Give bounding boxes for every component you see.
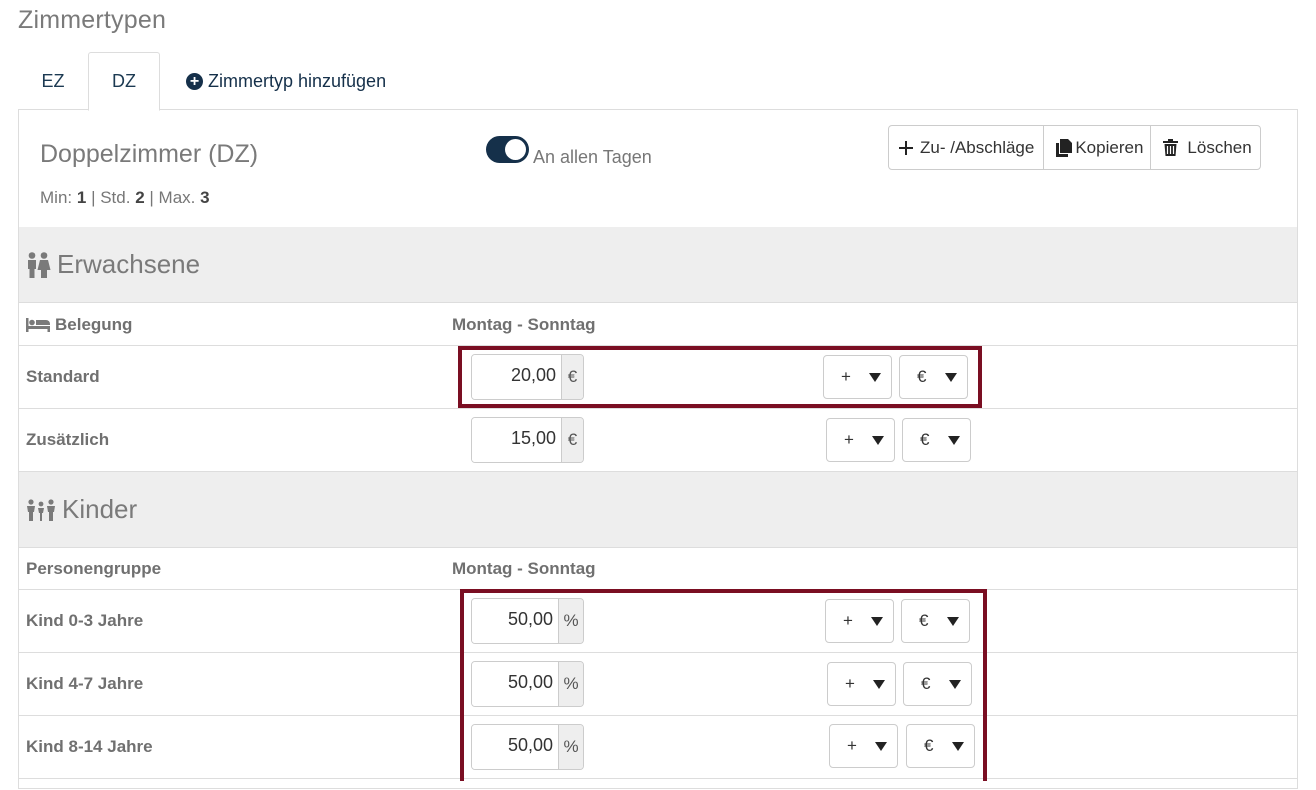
room-title: Doppelzimmer (DZ): [40, 140, 259, 168]
plus-circle-icon: +: [186, 72, 203, 90]
chevron-down-icon: [949, 679, 961, 689]
row-label: Kind 8-14 Jahre: [26, 737, 153, 756]
price-input-group: 50,00 %: [471, 598, 584, 644]
chevron-down-icon: [869, 372, 881, 382]
room-type-panel: Doppelzimmer (DZ) Min: 1 | Std. 2 | Max.…: [18, 109, 1298, 789]
all-days-label: An allen Tagen: [533, 147, 652, 167]
surcharge-button[interactable]: Zu- /Abschläge: [889, 126, 1045, 169]
std-value: 2: [135, 188, 145, 207]
tab-ez[interactable]: EZ: [18, 52, 88, 110]
price-input[interactable]: 20,00: [472, 355, 561, 399]
mode-select[interactable]: €: [899, 355, 968, 399]
chevron-down-icon: [872, 435, 884, 445]
sign-value: +: [845, 674, 855, 693]
price-input[interactable]: 50,00: [472, 599, 558, 643]
price-input-group: 50,00 %: [471, 724, 584, 770]
children-title: Kinder: [62, 494, 138, 524]
row-label: Kind 4-7 Jahre: [26, 674, 144, 693]
chevron-down-icon: [947, 616, 959, 626]
room-actions: Zu- /Abschläge Kopieren Löschen: [888, 125, 1261, 170]
page-title: Zimmertypen: [18, 6, 167, 34]
mode-value: €: [919, 611, 929, 630]
children-section-header: Kinder: [19, 471, 1297, 547]
table-row-partial: [19, 778, 1297, 790]
price-input-group: 20,00 €: [471, 354, 584, 400]
weekday-column-header: Montag - Sonntag: [452, 559, 596, 578]
table-row: Standard 20,00 € + €: [19, 345, 1297, 408]
percent-addon: %: [558, 662, 583, 706]
all-days-toggle[interactable]: [486, 136, 529, 163]
min-value: 1: [76, 188, 87, 207]
chevron-down-icon: [952, 741, 964, 751]
children-icon: [26, 498, 56, 521]
copy-icon: [1056, 138, 1073, 157]
price-input-group: 50,00 %: [471, 661, 584, 707]
tab-dz[interactable]: DZ: [88, 52, 160, 111]
sign-select[interactable]: +: [829, 724, 898, 768]
surcharge-label: Zu- /Abschläge: [920, 137, 1035, 157]
occupancy-column-label: Belegung: [55, 315, 133, 334]
price-input[interactable]: 15,00: [472, 418, 561, 462]
sign-select[interactable]: +: [827, 662, 896, 706]
mode-value: €: [920, 430, 930, 449]
percent-addon: %: [558, 725, 583, 769]
sign-value: +: [847, 736, 857, 755]
chevron-down-icon: [945, 372, 957, 382]
mode-value: €: [921, 674, 931, 693]
sign-select[interactable]: +: [823, 355, 892, 399]
adults-icon: [26, 251, 51, 278]
currency-addon: €: [561, 355, 583, 399]
std-label: | Std.: [91, 188, 131, 207]
chevron-down-icon: [875, 741, 887, 751]
mode-select[interactable]: €: [906, 724, 975, 768]
chevron-down-icon: [871, 616, 883, 626]
add-room-type-button[interactable]: + Zimmertyp hinzufügen: [186, 52, 416, 110]
table-row: Kind 8-14 Jahre 50,00 % + €: [19, 715, 1297, 778]
children-header-row: Personengruppe Montag - Sonntag: [19, 547, 1297, 589]
adults-header-row: Belegung Montag - Sonntag: [19, 302, 1297, 345]
row-label: Zusätzlich: [26, 430, 110, 449]
max-label: | Max.: [149, 188, 196, 207]
adults-section-header: Erwachsene: [19, 227, 1297, 302]
sign-value: +: [841, 367, 851, 386]
plus-icon: [898, 140, 914, 156]
mode-value: €: [924, 736, 934, 755]
occupancy-column-header: Belegung: [26, 315, 132, 335]
min-label: Min:: [40, 188, 73, 207]
sign-value: +: [844, 430, 854, 449]
table-row: Kind 0-3 Jahre 50,00 % + €: [19, 589, 1297, 652]
max-value: 3: [200, 188, 210, 207]
price-input[interactable]: 50,00: [472, 725, 558, 769]
occupancy-summary: Min: 1 | Std. 2 | Max. 3: [40, 188, 210, 208]
mode-select[interactable]: €: [902, 418, 971, 462]
delete-label: Löschen: [1187, 137, 1252, 157]
add-room-type-label: Zimmertyp hinzufügen: [208, 70, 387, 91]
weekday-column-header: Montag - Sonntag: [452, 315, 596, 334]
bed-icon: [26, 318, 50, 332]
adults-title: Erwachsene: [57, 249, 201, 279]
currency-addon: €: [561, 418, 583, 462]
sign-select[interactable]: +: [825, 599, 894, 643]
sign-select[interactable]: +: [826, 418, 895, 462]
mode-select[interactable]: €: [903, 662, 972, 706]
price-input[interactable]: 50,00: [472, 662, 558, 706]
mode-value: €: [917, 367, 927, 386]
table-row: Kind 4-7 Jahre 50,00 % + €: [19, 652, 1297, 715]
percent-addon: %: [558, 599, 583, 643]
sign-value: +: [843, 611, 853, 630]
trash-icon: [1163, 139, 1179, 156]
delete-button[interactable]: Löschen: [1151, 126, 1259, 169]
copy-label: Kopieren: [1075, 137, 1144, 157]
table-row: Zusätzlich 15,00 € + €: [19, 408, 1297, 471]
price-input-group: 15,00 €: [471, 417, 584, 463]
row-label: Standard: [26, 367, 100, 386]
chevron-down-icon: [873, 679, 885, 689]
row-label: Kind 0-3 Jahre: [26, 611, 144, 630]
copy-button[interactable]: Kopieren: [1044, 126, 1152, 169]
group-column-header: Personengruppe: [26, 559, 162, 578]
mode-select[interactable]: €: [901, 599, 970, 643]
chevron-down-icon: [948, 435, 960, 445]
